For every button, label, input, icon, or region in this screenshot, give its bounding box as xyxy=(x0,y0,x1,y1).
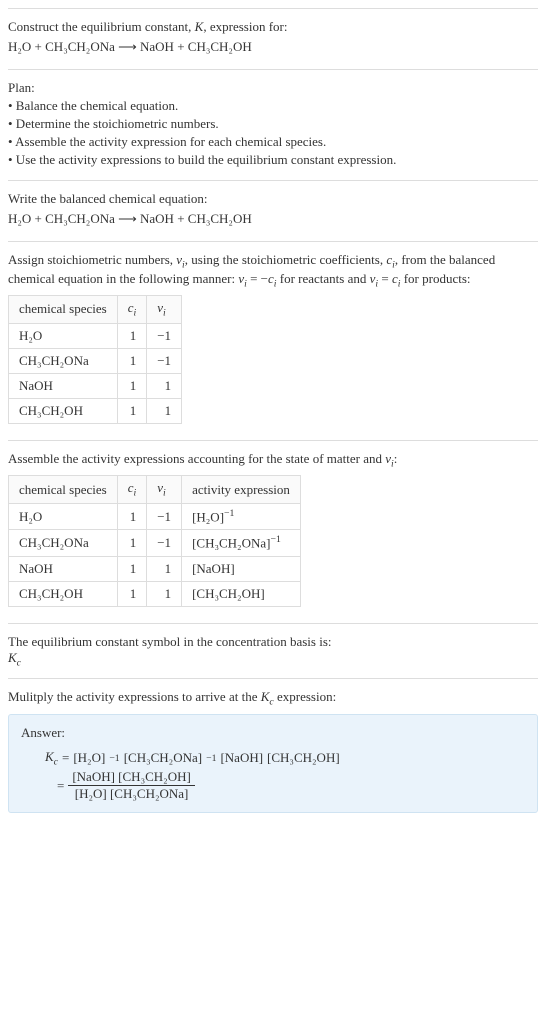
plan-section: Plan: • Balance the chemical equation. •… xyxy=(8,69,538,180)
col-vi: νi xyxy=(147,296,182,324)
col-activity: activity expression xyxy=(182,476,301,504)
cell-vi: −1 xyxy=(147,530,182,556)
intro-equation: H₂O + CH₃CH₂ONa ⟶ NaOH + CH₃CH₂OH xyxy=(8,39,538,55)
cell-ci: 1 xyxy=(117,581,147,606)
cell-activity: [H₂O]−1 xyxy=(182,503,301,529)
table-row: NaOH 1 1 [NaOH] xyxy=(9,556,301,581)
table-row: CH₃CH₂OH 1 1 [CH₃CH₂OH] xyxy=(9,581,301,606)
cell-vi: 1 xyxy=(147,373,182,398)
activity-section: Assemble the activity expressions accoun… xyxy=(8,440,538,623)
cell-species: NaOH xyxy=(9,556,118,581)
intro-line: Construct the equilibrium constant, K, e… xyxy=(8,19,538,35)
stoich-intro: Assign stoichiometric numbers, νi, using… xyxy=(8,252,538,289)
symbol-section: The equilibrium constant symbol in the c… xyxy=(8,623,538,679)
cell-vi: 1 xyxy=(147,581,182,606)
symbol-intro: The equilibrium constant symbol in the c… xyxy=(8,634,538,650)
table-header-row: chemical species ci νi activity expressi… xyxy=(9,476,301,504)
plan-item: • Balance the chemical equation. xyxy=(8,98,538,114)
col-ci: ci xyxy=(117,476,147,504)
plan-title: Plan: xyxy=(8,80,538,96)
frac-denominator: [H₂O] [CH₃CH₂ONa] xyxy=(68,786,194,802)
cell-vi: −1 xyxy=(147,503,182,529)
cell-species: H₂O xyxy=(9,323,118,348)
cell-vi: −1 xyxy=(147,348,182,373)
col-species: chemical species xyxy=(9,296,118,324)
table-header-row: chemical species ci νi xyxy=(9,296,182,324)
balanced-section: Write the balanced chemical equation: H₂… xyxy=(8,180,538,241)
table-row: CH₃CH₂OH 1 1 xyxy=(9,398,182,423)
cell-species: CH₃CH₂OH xyxy=(9,581,118,606)
cell-vi: −1 xyxy=(147,323,182,348)
activity-table: chemical species ci νi activity expressi… xyxy=(8,475,301,606)
cell-ci: 1 xyxy=(117,556,147,581)
cell-vi: 1 xyxy=(147,556,182,581)
answer-expression: Kc = [H₂O]−1 [CH₃CH₂ONa]−1 [NaOH] [CH₃CH… xyxy=(45,749,525,803)
cell-vi: 1 xyxy=(147,398,182,423)
table-row: NaOH 1 1 xyxy=(9,373,182,398)
frac-numerator: [NaOH] [CH₃CH₂OH] xyxy=(68,769,194,786)
plan-item: • Assemble the activity expression for e… xyxy=(8,134,538,150)
table-row: CH₃CH₂ONa 1 −1 xyxy=(9,348,182,373)
symbol-value: Kc xyxy=(8,650,538,669)
cell-species: CH₃CH₂OH xyxy=(9,398,118,423)
stoich-section: Assign stoichiometric numbers, νi, using… xyxy=(8,241,538,440)
cell-activity: [CH₃CH₂ONa]−1 xyxy=(182,530,301,556)
cell-species: CH₃CH₂ONa xyxy=(9,530,118,556)
cell-ci: 1 xyxy=(117,348,147,373)
multiply-section: Mulitply the activity expressions to arr… xyxy=(8,678,538,823)
cell-ci: 1 xyxy=(117,503,147,529)
answer-box: Answer: Kc = [H₂O]−1 [CH₃CH₂ONa]−1 [NaOH… xyxy=(8,714,538,814)
activity-intro: Assemble the activity expressions accoun… xyxy=(8,451,538,470)
col-ci: ci xyxy=(117,296,147,324)
cell-ci: 1 xyxy=(117,530,147,556)
cell-ci: 1 xyxy=(117,398,147,423)
cell-species: NaOH xyxy=(9,373,118,398)
table-row: H₂O 1 −1 xyxy=(9,323,182,348)
col-species: chemical species xyxy=(9,476,118,504)
stoich-table: chemical species ci νi H₂O 1 −1 CH₃CH₂ON… xyxy=(8,295,182,424)
plan-item: • Use the activity expressions to build … xyxy=(8,152,538,168)
table-row: CH₃CH₂ONa 1 −1 [CH₃CH₂ONa]−1 xyxy=(9,530,301,556)
balanced-equation: H₂O + CH₃CH₂ONa ⟶ NaOH + CH₃CH₂OH xyxy=(8,211,538,227)
answer-label: Answer: xyxy=(21,725,525,741)
intro-section: Construct the equilibrium constant, K, e… xyxy=(8,8,538,69)
cell-activity: [CH₃CH₂OH] xyxy=(182,581,301,606)
plan-list: • Balance the chemical equation. • Deter… xyxy=(8,98,538,168)
plan-item: • Determine the stoichiometric numbers. xyxy=(8,116,538,132)
balanced-title: Write the balanced chemical equation: xyxy=(8,191,538,207)
col-vi: νi xyxy=(147,476,182,504)
multiply-line: Mulitply the activity expressions to arr… xyxy=(8,689,538,708)
cell-ci: 1 xyxy=(117,323,147,348)
cell-ci: 1 xyxy=(117,373,147,398)
table-row: H₂O 1 −1 [H₂O]−1 xyxy=(9,503,301,529)
cell-species: CH₃CH₂ONa xyxy=(9,348,118,373)
cell-activity: [NaOH] xyxy=(182,556,301,581)
answer-fraction: [NaOH] [CH₃CH₂OH] [H₂O] [CH₃CH₂ONa] xyxy=(68,769,194,802)
cell-species: H₂O xyxy=(9,503,118,529)
